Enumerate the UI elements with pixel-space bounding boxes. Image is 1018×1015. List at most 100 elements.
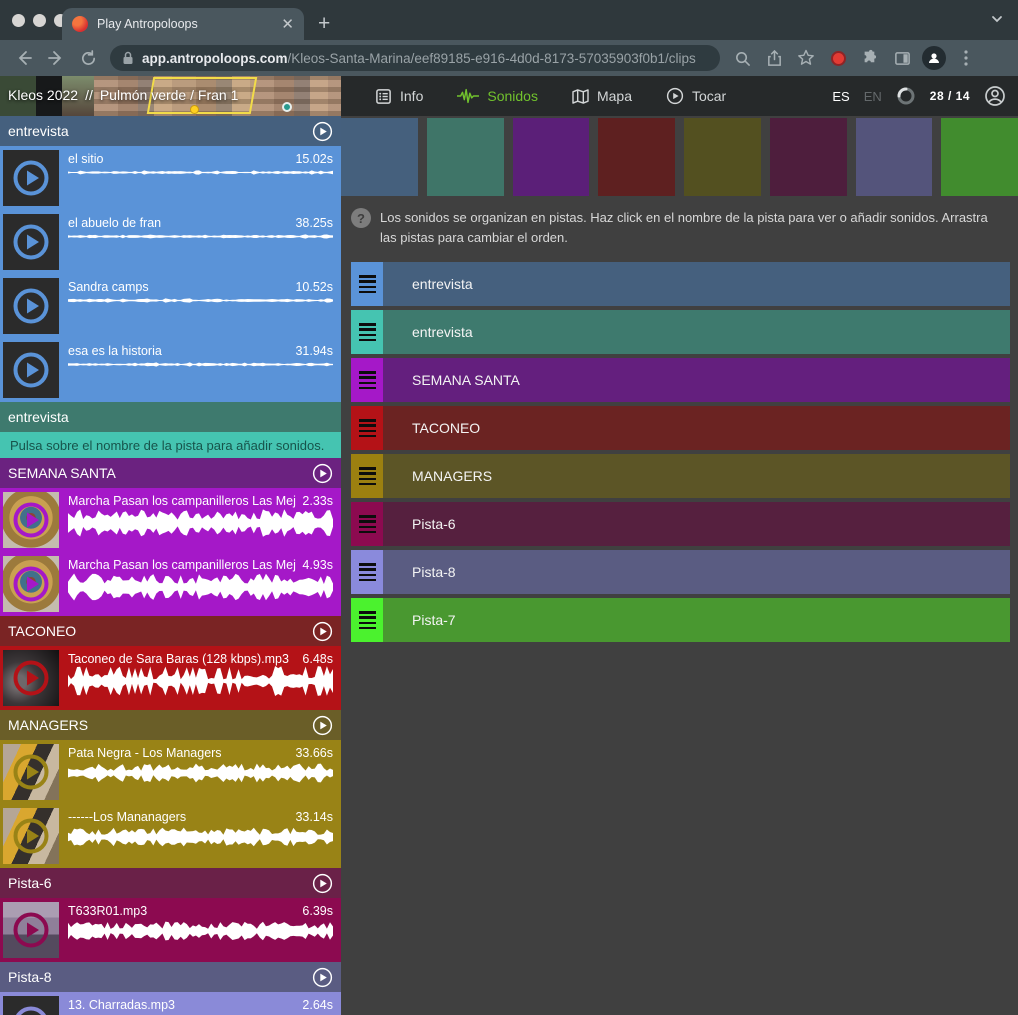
tab-search-chevron-icon[interactable] xyxy=(990,12,1004,26)
play-circle-icon[interactable] xyxy=(12,351,50,389)
forward-icon[interactable] xyxy=(42,44,70,72)
track-play-icon[interactable] xyxy=(312,621,333,642)
clip-thumbnail[interactable] xyxy=(3,278,59,334)
sidebar-track-header[interactable]: TACONEO xyxy=(0,616,341,646)
track-color-swatch[interactable] xyxy=(513,118,590,196)
clip-item[interactable]: el sitio 15.02s xyxy=(0,146,341,210)
sidebar-track-header[interactable]: entrevista xyxy=(0,116,341,146)
track-play-icon[interactable] xyxy=(312,873,333,894)
close-window-button[interactable] xyxy=(12,14,25,27)
share-icon[interactable] xyxy=(760,44,788,72)
play-circle-icon[interactable] xyxy=(12,565,50,603)
clip-thumbnail[interactable] xyxy=(3,996,59,1015)
tab-close-icon[interactable]: ✕ xyxy=(281,17,294,32)
play-circle-icon[interactable] xyxy=(12,1005,50,1015)
play-circle-icon[interactable] xyxy=(12,501,50,539)
drag-handle-icon[interactable] xyxy=(351,406,383,450)
clip-item[interactable]: Pata Negra - Los Managers 33.66s xyxy=(0,740,341,804)
track-row[interactable]: entrevista xyxy=(351,310,1010,354)
drag-handle-icon[interactable] xyxy=(351,598,383,642)
lang-en-button[interactable]: EN xyxy=(864,89,882,104)
window-controls[interactable] xyxy=(12,14,67,27)
sidebar-track-header[interactable]: Pista-8 xyxy=(0,962,341,992)
browser-tab[interactable]: Play Antropoloops ✕ xyxy=(62,8,304,40)
track-row-name[interactable]: MANAGERS xyxy=(383,454,1010,498)
track-play-icon[interactable] xyxy=(312,715,333,736)
play-circle-icon[interactable] xyxy=(12,223,50,261)
bookmark-star-icon[interactable] xyxy=(792,44,820,72)
browser-menu-kebab-icon[interactable] xyxy=(952,44,980,72)
clip-thumbnail[interactable] xyxy=(3,902,59,958)
back-icon[interactable] xyxy=(10,44,38,72)
clip-thumbnail[interactable] xyxy=(3,650,59,706)
nav-sonidos[interactable]: Sonidos xyxy=(457,88,538,104)
track-row-name[interactable]: Pista-7 xyxy=(383,598,1010,642)
track-row[interactable]: Pista-7 xyxy=(351,598,1010,642)
track-row[interactable]: Pista-8 xyxy=(351,550,1010,594)
play-circle-icon[interactable] xyxy=(12,159,50,197)
track-row-name[interactable]: Pista-6 xyxy=(383,502,1010,546)
track-row[interactable]: TACONEO xyxy=(351,406,1010,450)
clip-item[interactable]: Marcha Pasan los campanilleros Las Mejor… xyxy=(0,488,341,552)
play-circle-icon[interactable] xyxy=(12,817,50,855)
extensions-puzzle-icon[interactable] xyxy=(856,44,884,72)
nav-info[interactable]: Info xyxy=(375,88,423,105)
track-color-swatch[interactable] xyxy=(770,118,847,196)
clip-thumbnail[interactable] xyxy=(3,492,59,548)
new-tab-button[interactable]: + xyxy=(318,13,330,34)
drag-handle-icon[interactable] xyxy=(351,550,383,594)
clip-item[interactable]: Taconeo de Sara Baras (128 kbps).mp3 6.4… xyxy=(0,646,341,710)
track-color-swatch[interactable] xyxy=(598,118,675,196)
clip-item[interactable]: el abuelo de fran 38.25s xyxy=(0,210,341,274)
clip-item[interactable]: esa es la historia 31.94s xyxy=(0,338,341,402)
account-circle-icon[interactable] xyxy=(984,85,1006,107)
play-circle-icon[interactable] xyxy=(12,753,50,791)
clip-item[interactable]: Sandra camps 10.52s xyxy=(0,274,341,338)
clip-item[interactable]: ------Los Mananagers 33.14s xyxy=(0,804,341,868)
clip-thumbnail[interactable] xyxy=(3,556,59,612)
track-play-icon[interactable] xyxy=(312,967,333,988)
track-color-swatch[interactable] xyxy=(684,118,761,196)
clip-item[interactable]: 13. Charradas.mp3 2.64s xyxy=(0,992,341,1015)
track-play-icon[interactable] xyxy=(312,463,333,484)
track-row[interactable]: MANAGERS xyxy=(351,454,1010,498)
lang-es-button[interactable]: ES xyxy=(832,89,849,104)
drag-handle-icon[interactable] xyxy=(351,502,383,546)
nav-mapa[interactable]: Mapa xyxy=(572,88,632,104)
track-color-swatch[interactable] xyxy=(856,118,933,196)
drag-handle-icon[interactable] xyxy=(351,262,383,306)
track-color-swatch[interactable] xyxy=(427,118,504,196)
reload-icon[interactable] xyxy=(74,44,102,72)
side-panel-icon[interactable] xyxy=(888,44,916,72)
track-row-name[interactable]: SEMANA SANTA xyxy=(383,358,1010,402)
sidebar-track-header[interactable]: SEMANA SANTA xyxy=(0,458,341,488)
track-row-name[interactable]: entrevista xyxy=(383,262,1010,306)
minimize-window-button[interactable] xyxy=(33,14,46,27)
nav-tocar[interactable]: Tocar xyxy=(666,87,726,105)
clip-item[interactable]: Marcha Pasan los campanilleros Las Mejor… xyxy=(0,552,341,616)
clip-thumbnail[interactable] xyxy=(3,150,59,206)
clip-thumbnail[interactable] xyxy=(3,214,59,270)
profile-avatar[interactable] xyxy=(920,44,948,72)
play-circle-icon[interactable] xyxy=(12,911,50,949)
project-banner[interactable]: Kleos 2022//Pulmón verde / Fran 1 xyxy=(0,76,341,116)
sidebar-track-header[interactable]: MANAGERS xyxy=(0,710,341,740)
url-bar[interactable]: app.antropoloops.com/Kleos-Santa-Marina/… xyxy=(110,45,720,71)
sidebar-track-header[interactable]: entrevista xyxy=(0,402,341,432)
drag-handle-icon[interactable] xyxy=(351,358,383,402)
track-play-icon[interactable] xyxy=(312,121,333,142)
track-color-swatch[interactable] xyxy=(341,118,418,196)
track-color-swatch[interactable] xyxy=(941,118,1018,196)
clip-item[interactable]: T633R01.mp3 6.39s xyxy=(0,898,341,962)
clip-thumbnail[interactable] xyxy=(3,808,59,864)
track-row-name[interactable]: Pista-8 xyxy=(383,550,1010,594)
clip-thumbnail[interactable] xyxy=(3,342,59,398)
track-row[interactable]: entrevista xyxy=(351,262,1010,306)
play-circle-icon[interactable] xyxy=(12,287,50,325)
play-circle-icon[interactable] xyxy=(12,659,50,697)
track-row[interactable]: SEMANA SANTA xyxy=(351,358,1010,402)
drag-handle-icon[interactable] xyxy=(351,454,383,498)
track-row-name[interactable]: entrevista xyxy=(383,310,1010,354)
sidebar-track-header[interactable]: Pista-6 xyxy=(0,868,341,898)
track-row[interactable]: Pista-6 xyxy=(351,502,1010,546)
